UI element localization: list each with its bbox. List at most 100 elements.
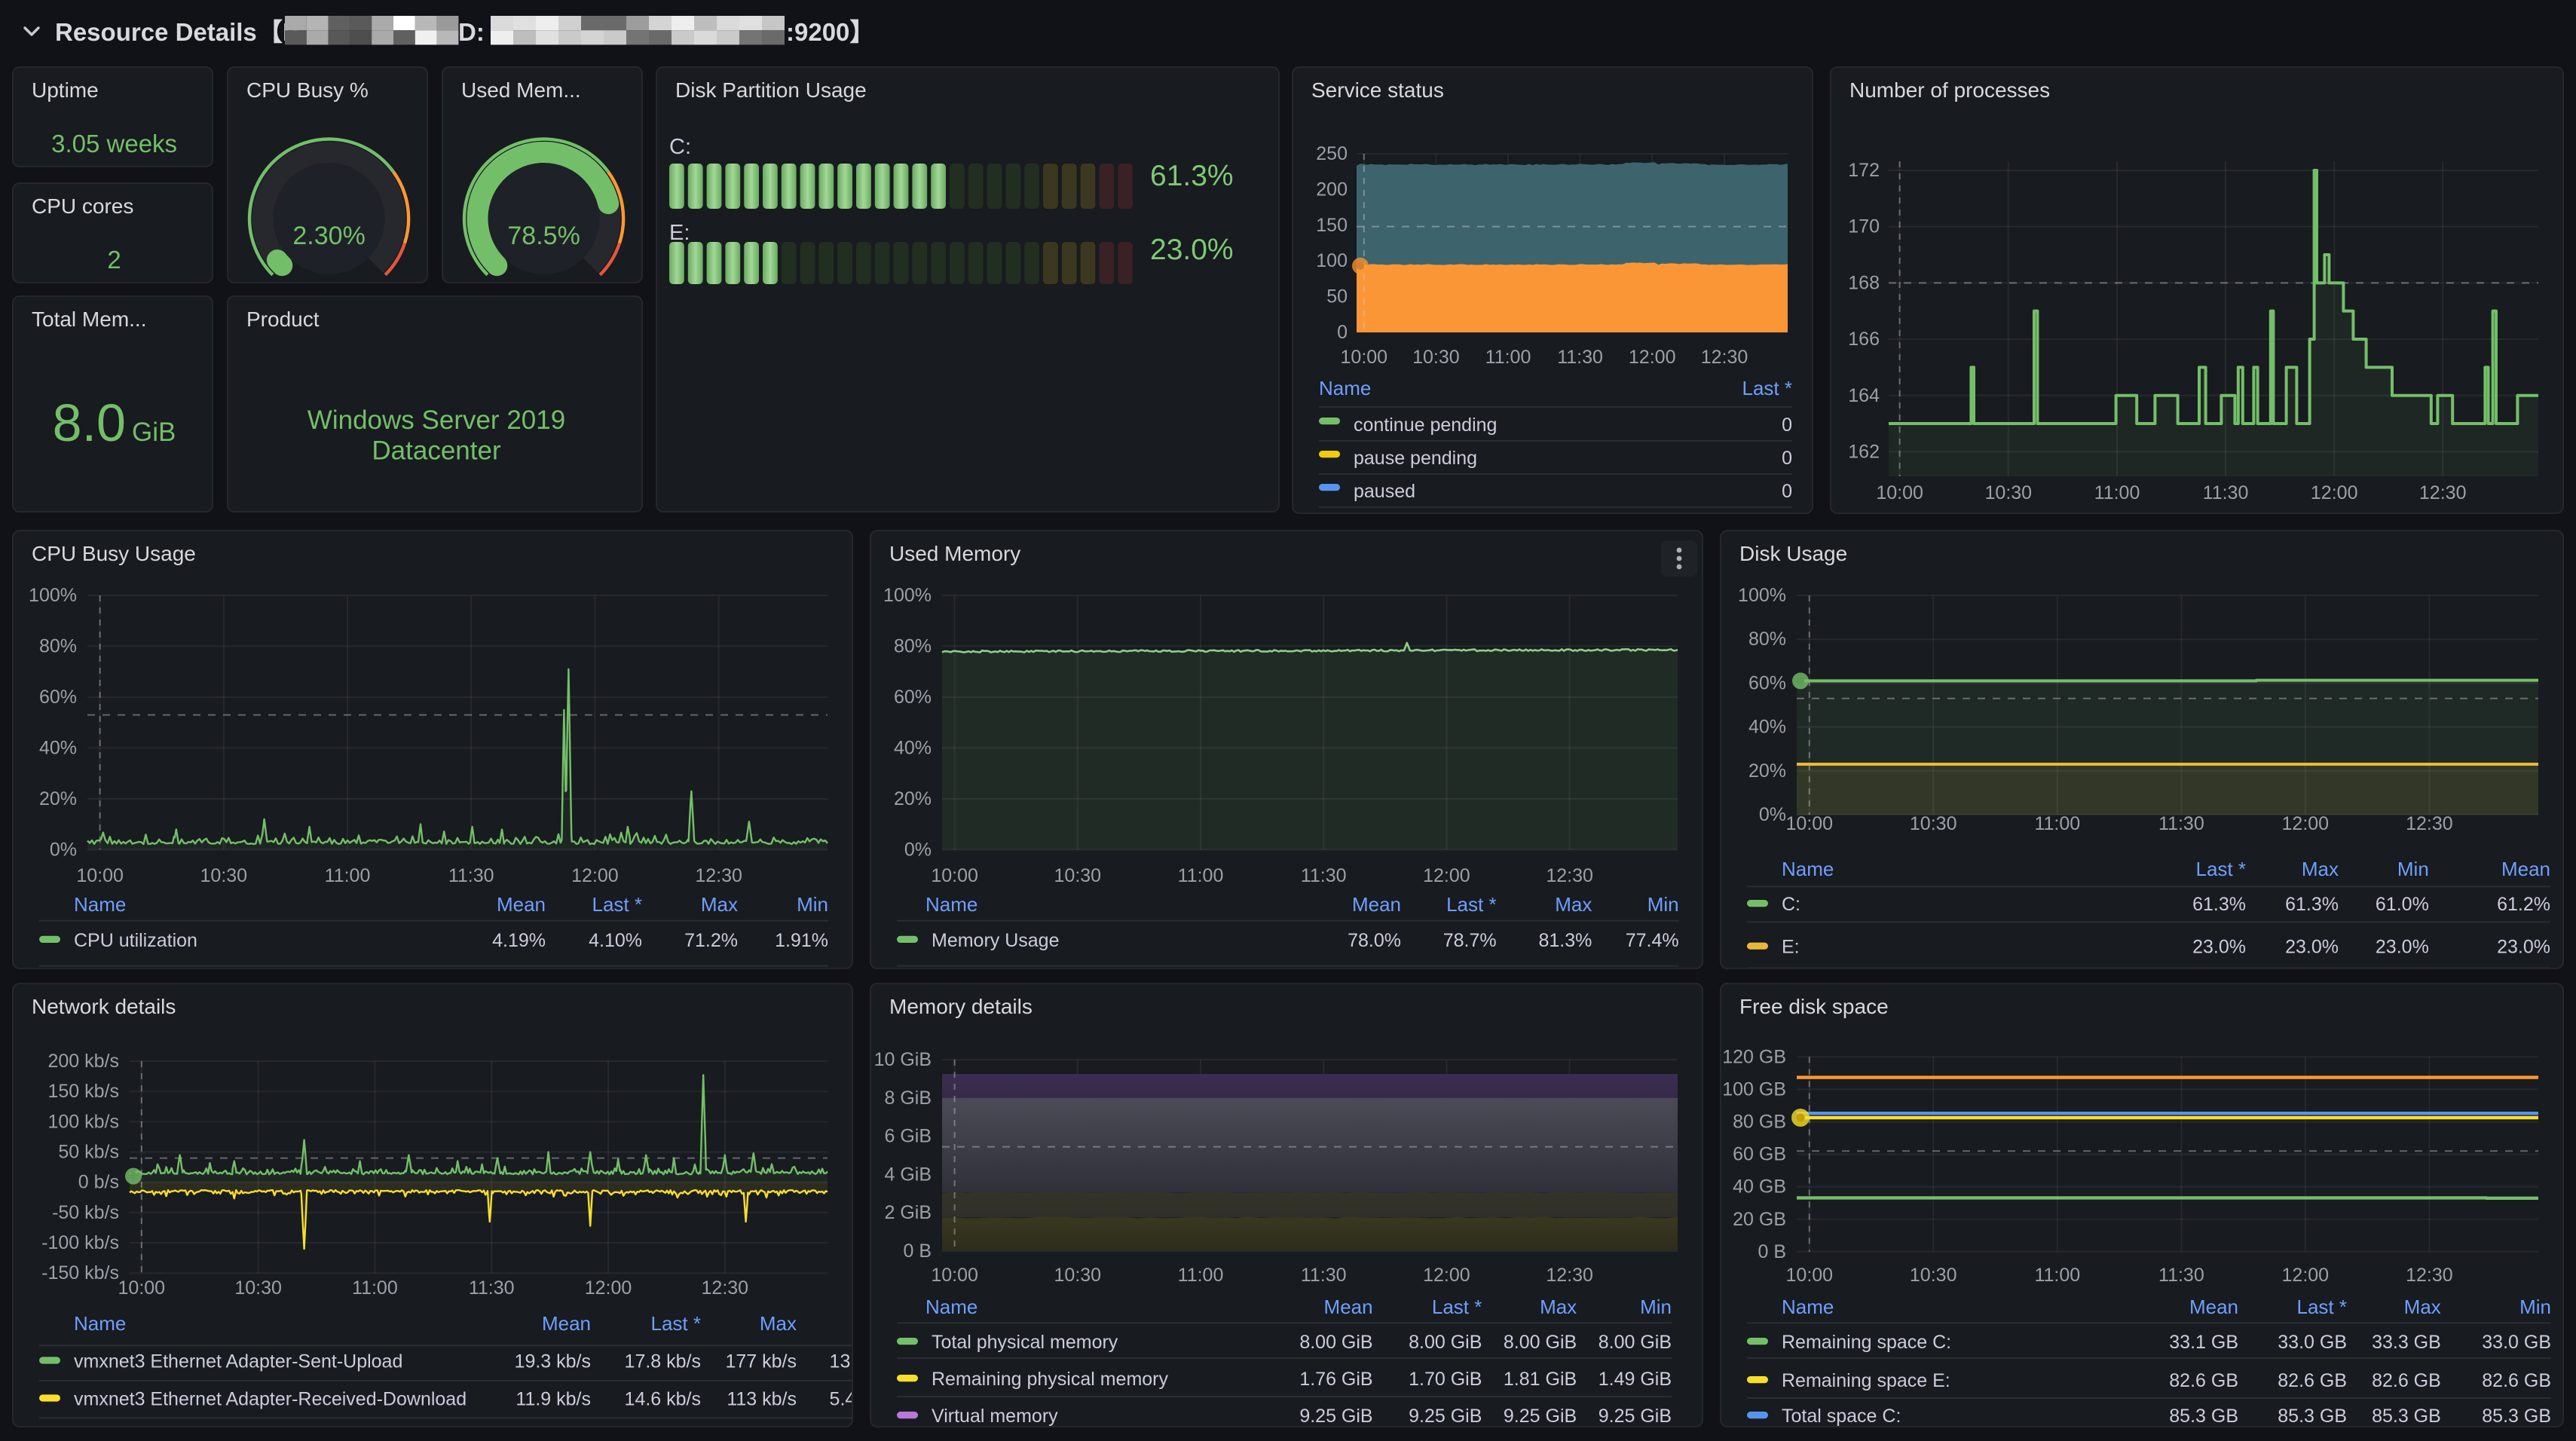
svg-text:100: 100 (1316, 250, 1348, 271)
svg-text:Last *: Last * (2196, 858, 2247, 880)
svg-text:40%: 40% (894, 737, 932, 758)
svg-text:11:00: 11:00 (325, 865, 371, 886)
svg-text:10:00: 10:00 (76, 865, 124, 886)
svg-text:3.05 weeks: 3.05 weeks (51, 130, 177, 158)
svg-text:0: 0 (1782, 448, 1792, 469)
svg-text:Service status: Service status (1311, 78, 1444, 102)
svg-text:11:30: 11:30 (1557, 347, 1603, 368)
svg-text:11:30: 11:30 (1301, 865, 1347, 886)
svg-text:9.25 GiB: 9.25 GiB (1599, 1406, 1672, 1427)
svg-text:Mean: Mean (1324, 1296, 1373, 1318)
svg-text:8 GiB: 8 GiB (884, 1088, 932, 1109)
svg-text:10:00: 10:00 (118, 1277, 166, 1299)
svg-text:78.7%: 78.7% (1443, 930, 1497, 951)
svg-text:0%: 0% (50, 839, 77, 860)
svg-text:50: 50 (1326, 286, 1348, 307)
svg-text:11:30: 11:30 (469, 1277, 515, 1299)
svg-text:12:30: 12:30 (2406, 813, 2453, 834)
svg-text:50 kb/s: 50 kb/s (58, 1142, 119, 1163)
svg-text:11:00: 11:00 (352, 1277, 398, 1299)
svg-text:10:00: 10:00 (1876, 482, 1923, 503)
svg-text:0: 0 (1782, 481, 1792, 502)
svg-text:80 GB: 80 GB (1733, 1112, 1786, 1133)
svg-text:60%: 60% (1748, 672, 1786, 693)
svg-text:vmxnet3 Ethernet Adapter-Sent-: vmxnet3 Ethernet Adapter-Sent-Upload (74, 1351, 402, 1372)
svg-text:Mean: Mean (2189, 1296, 2238, 1318)
svg-text:Memory Usage: Memory Usage (932, 930, 1060, 951)
svg-text:Remaining space E:: Remaining space E: (1782, 1370, 1950, 1391)
svg-text:11.9 kb/s: 11.9 kb/s (516, 1388, 591, 1409)
svg-text:113 kb/s: 113 kb/s (727, 1388, 797, 1409)
svg-text:2: 2 (107, 246, 121, 274)
svg-text:4 GiB: 4 GiB (884, 1164, 932, 1185)
svg-text:Disk Usage: Disk Usage (1739, 542, 1847, 565)
svg-text:Mean: Mean (497, 893, 546, 916)
svg-text:1.76 GiB: 1.76 GiB (1299, 1369, 1372, 1390)
svg-text:Windows Server 2019: Windows Server 2019 (307, 405, 565, 435)
svg-text:9.25 GiB: 9.25 GiB (1409, 1406, 1482, 1427)
svg-text:Disk Partition Usage: Disk Partition Usage (675, 78, 867, 102)
svg-text:20%: 20% (894, 788, 932, 809)
svg-text:12:30: 12:30 (2406, 1265, 2453, 1286)
svg-text:0 B: 0 B (1758, 1241, 1786, 1262)
svg-text:12:00: 12:00 (571, 865, 619, 886)
svg-text:Virtual memory: Virtual memory (932, 1406, 1058, 1427)
svg-text:82.6 GB: 82.6 GB (2482, 1370, 2551, 1391)
svg-text:177 kb/s: 177 kb/s (725, 1351, 797, 1372)
svg-text:10:30: 10:30 (1985, 482, 2033, 503)
svg-text:200 kb/s: 200 kb/s (47, 1051, 119, 1072)
svg-text:5.41 kb/s: 5.41 kb/s (830, 1388, 853, 1409)
svg-text:12:00: 12:00 (1423, 865, 1470, 886)
svg-text:10:00: 10:00 (931, 865, 978, 886)
svg-text:17.8 kb/s: 17.8 kb/s (625, 1351, 701, 1372)
svg-text:-50 kb/s: -50 kb/s (52, 1202, 119, 1223)
svg-text:100 GB: 100 GB (1722, 1078, 1786, 1100)
svg-text:Datacenter: Datacenter (372, 436, 501, 466)
svg-text:0: 0 (1782, 415, 1792, 436)
svg-text:172: 172 (1848, 160, 1880, 181)
svg-text:33.3 GB: 33.3 GB (2372, 1332, 2441, 1353)
svg-text:85.3 GB: 85.3 GB (2372, 1406, 2441, 1427)
svg-text:Name: Name (1782, 1296, 1834, 1318)
svg-text:78.5%: 78.5% (507, 222, 580, 250)
svg-text:12:30: 12:30 (695, 865, 742, 886)
svg-text:12:00: 12:00 (2282, 813, 2330, 834)
svg-text:14.6 kb/s: 14.6 kb/s (625, 1388, 701, 1409)
svg-text:1.49 GiB: 1.49 GiB (1599, 1369, 1672, 1390)
svg-text:170: 170 (1848, 216, 1880, 237)
svg-text:E:: E: (669, 221, 690, 245)
svg-text:9.25 GiB: 9.25 GiB (1504, 1406, 1577, 1427)
svg-text:150: 150 (1316, 215, 1348, 236)
svg-text:250: 250 (1316, 143, 1348, 164)
svg-text:4.10%: 4.10% (589, 930, 642, 951)
svg-text:23.0%: 23.0% (2285, 937, 2339, 958)
svg-text:61.0%: 61.0% (2376, 894, 2429, 915)
svg-text:Name: Name (74, 1312, 126, 1335)
svg-text:1.70 GiB: 1.70 GiB (1409, 1369, 1482, 1390)
svg-text:6 GiB: 6 GiB (884, 1126, 932, 1147)
svg-text:Name: Name (925, 1296, 977, 1318)
svg-text:71.2%: 71.2% (684, 930, 738, 951)
svg-text:10:30: 10:30 (1054, 865, 1102, 886)
svg-text:10:30: 10:30 (234, 1277, 282, 1299)
svg-text:2 GiB: 2 GiB (884, 1202, 932, 1223)
svg-text:vmxnet3 Ethernet Adapter-Recei: vmxnet3 Ethernet Adapter-Received-Downlo… (74, 1388, 467, 1409)
svg-text:Memory details: Memory details (889, 995, 1033, 1018)
svg-text:60%: 60% (894, 687, 932, 708)
svg-text:8.00 GiB: 8.00 GiB (1504, 1332, 1577, 1353)
svg-text:Remaining space C:: Remaining space C: (1782, 1332, 1951, 1353)
svg-text:Mean: Mean (1352, 893, 1401, 916)
svg-text:80%: 80% (894, 635, 932, 656)
svg-text:60%: 60% (39, 687, 77, 708)
svg-text:100%: 100% (883, 585, 932, 606)
svg-text:82.6 GB: 82.6 GB (2169, 1370, 2238, 1391)
svg-text:Remaining physical memory: Remaining physical memory (932, 1369, 1169, 1390)
svg-text:Name: Name (1319, 377, 1371, 399)
svg-text:-100 kb/s: -100 kb/s (41, 1232, 119, 1253)
svg-text:23.0%: 23.0% (1150, 234, 1234, 266)
svg-text:11:00: 11:00 (2094, 482, 2140, 503)
svg-text:Product: Product (246, 307, 320, 331)
svg-text:13.3 kb/s: 13.3 kb/s (830, 1351, 853, 1372)
svg-text:Last *: Last * (1446, 893, 1497, 916)
svg-text:100 kb/s: 100 kb/s (47, 1111, 119, 1132)
